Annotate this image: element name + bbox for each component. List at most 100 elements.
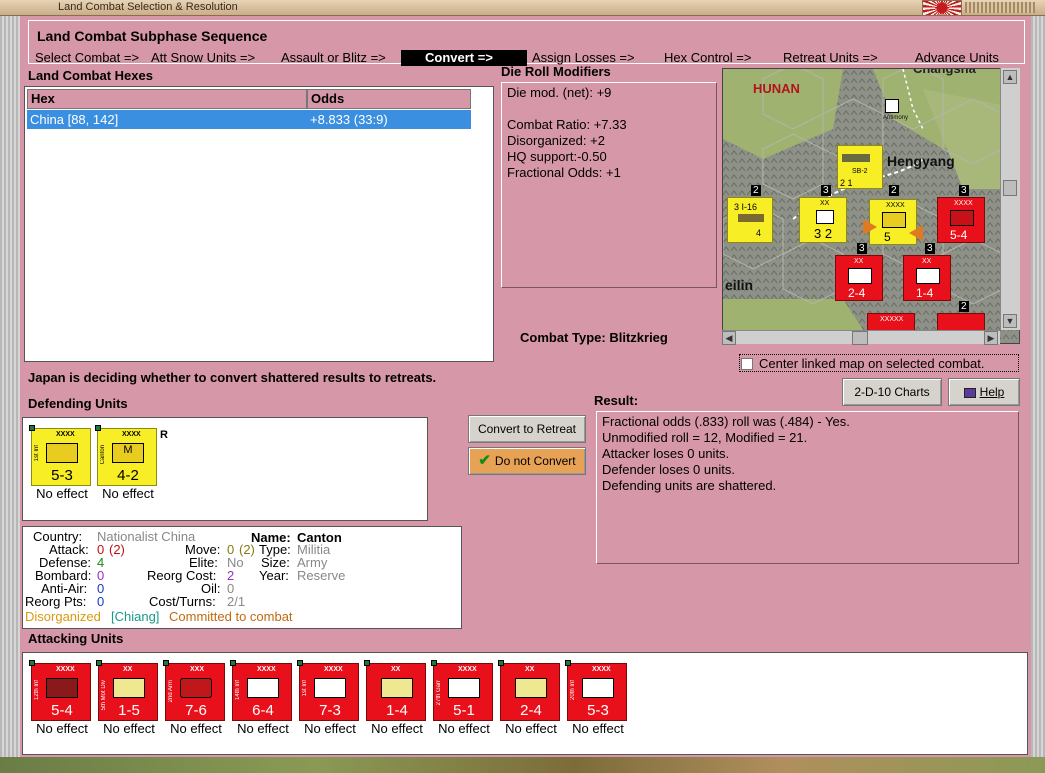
attacking-unit-counter[interactable]: XXXX 14th Inf 6-4 (230, 660, 292, 721)
attack-paren: (2) (109, 542, 125, 557)
scroll-right-icon[interactable]: ▶ (984, 331, 998, 345)
center-linked-map-checkbox[interactable]: Center linked map on selected combat. (739, 354, 1019, 372)
defending-unit-counter[interactable]: XXXX 1st Inf 5-3 (29, 425, 91, 486)
unit-pip-icon (498, 660, 504, 666)
map-counter-jp-2[interactable]: XX 2-4 (835, 255, 883, 301)
checkmark-icon: ✔ (478, 452, 491, 469)
unit-effect: No effect (36, 721, 88, 736)
map-label-city2: eilin (725, 277, 754, 293)
attacking-unit-counter[interactable]: XX 2-4 (498, 660, 560, 721)
motorized-symbol-icon (848, 268, 872, 284)
help-button[interactable]: Help (948, 378, 1020, 406)
convert-to-retreat-button[interactable]: Convert to Retreat (468, 415, 586, 443)
defending-units-panel: XXXX 1st Inf 5-3 No effect XXXX Canton M… (22, 417, 428, 521)
attack-arrow-icon (863, 219, 877, 235)
map-horizontal-scrollbar[interactable]: ◀ ▶ (722, 330, 1000, 345)
map-counter-jp-3[interactable]: XX 1-4 (903, 255, 951, 301)
checkbox-box[interactable] (741, 358, 753, 370)
step-advance-units: Advance Units (915, 50, 999, 65)
unit-class: XXX (190, 666, 205, 673)
map-label-city: Hengyang (887, 153, 955, 169)
attacking-unit-counter[interactable]: XXXX 20th Inf 5-3 (565, 660, 627, 721)
unit-pip-icon (297, 660, 303, 666)
defending-unit-counter[interactable]: XXXX Canton M 4-2 R (95, 425, 168, 486)
modifier-line: Combat Ratio: +7.33 (507, 117, 627, 132)
motorized-symbol-icon (515, 678, 547, 698)
subphase-sequence: Land Combat Subphase Sequence Select Com… (28, 20, 1025, 66)
table-row-hex[interactable]: China [88, 142] (27, 110, 307, 129)
infantry-symbol-icon (882, 212, 906, 228)
map-counter-label: XX (922, 258, 932, 265)
result-panel: Fractional odds (.833) roll was (.484) -… (596, 411, 1019, 564)
unit-effect: No effect (371, 721, 423, 736)
year-value: Reserve (297, 568, 346, 583)
combat-type-value: Blitzkrieg (609, 330, 668, 345)
combat-type: Combat Type: Blitzkrieg (520, 330, 668, 345)
attack-arrow-icon (909, 225, 923, 241)
scroll-down-icon[interactable]: ▼ (1003, 314, 1017, 328)
map-counter-label: XXXX (886, 202, 905, 209)
unit-effect: No effect (102, 486, 154, 501)
unit-strength: 6-4 (252, 702, 274, 719)
scroll-thumb-vertical[interactable] (1003, 180, 1017, 196)
unit-pip-icon (163, 660, 169, 666)
infantry-symbol-icon (46, 443, 78, 463)
land-combat-dialog: Land Combat Subphase Sequence Select Com… (20, 16, 1031, 757)
year-label: Year: (259, 568, 289, 583)
unit-strength: 5-4 (51, 702, 73, 719)
step-att-snow-units: Att Snow Units => (151, 50, 256, 65)
unit-pip-icon (431, 660, 437, 666)
motorized-symbol-icon (381, 678, 413, 698)
modifier-line: Disorganized: +2 (507, 133, 605, 148)
map-counter-value: 5-4 (950, 228, 968, 242)
unit-class: XX (525, 666, 535, 673)
map-counter-label: XXXX (954, 200, 973, 207)
window-title: Land Combat Selection & Resolution (58, 1, 238, 13)
map-counter-jp-1[interactable]: XXXX 5-4 (937, 197, 985, 243)
status-text: Japan is deciding whether to convert sha… (28, 370, 437, 385)
unit-name: 2nd Arm (168, 680, 174, 703)
map-vertical-scrollbar[interactable]: ▲ ▼ (1000, 68, 1020, 330)
unit-pip-icon (230, 660, 236, 666)
map-counter-hq[interactable]: XX 3 2 (799, 197, 847, 243)
stack-count-badge: 2 (751, 185, 761, 196)
linked-map[interactable]: HUNAN Changsha Hengyang eilin Antimony S… (722, 68, 1020, 344)
die-roll-modifiers-panel: Die mod. (net): +9 Combat Ratio: +7.33 D… (501, 82, 717, 288)
attacking-unit-counter[interactable]: XXXX 27th Garr 5-1 (431, 660, 493, 721)
table-row-odds[interactable]: +8.833 (33:9) (307, 110, 471, 129)
scroll-thumb-horizontal[interactable] (852, 331, 868, 345)
map-counter-label: SB-2 (852, 168, 868, 175)
map-counter-air[interactable]: SB-2 2 1 (837, 145, 883, 189)
center-linked-label: Center linked map on selected combat. (759, 356, 985, 371)
unit-class: XXXX (257, 666, 276, 673)
map-counter-fighter[interactable]: 3 I-16 4 (727, 197, 773, 243)
attacking-unit-counter[interactable]: XXX 2nd Arm 7-6 (163, 660, 225, 721)
attacking-unit-counter[interactable]: XX 1-4 (364, 660, 426, 721)
unit-effect: No effect (237, 721, 289, 736)
map-counter-label: XXXXX (880, 316, 904, 323)
column-header-odds[interactable]: Odds (307, 89, 471, 109)
armor-symbol-icon (180, 678, 212, 698)
do-not-convert-button[interactable]: ✔ Do not Convert (468, 447, 586, 475)
unit-strength: 7-6 (185, 702, 207, 719)
result-line: Defender loses 0 units. (602, 462, 735, 477)
step-hex-control: Hex Control => (664, 50, 752, 65)
column-header-hex[interactable]: Hex (27, 89, 307, 109)
unit-class: XXXX (122, 431, 141, 438)
stack-count-badge: 3 (959, 185, 969, 196)
map-label-top: Changsha (913, 68, 976, 76)
scroll-up-icon[interactable]: ▲ (1003, 70, 1017, 84)
result-line: Unmodified roll = 12, Modified = 21. (602, 430, 808, 445)
attacking-unit-counter[interactable]: XXXX 12th Inf 5-4 (29, 660, 91, 721)
attacking-unit-counter[interactable]: XXXX 1st Inf 7-3 (297, 660, 359, 721)
do-not-convert-label: Do not Convert (494, 454, 576, 468)
attacking-unit-counter[interactable]: XX 5th Mot Div 1-5 (96, 660, 158, 721)
unit-effect: No effect (36, 486, 88, 501)
window-frame-right (1031, 16, 1045, 757)
unit-name: 1st Inf (302, 680, 308, 697)
help-book-icon (963, 387, 976, 398)
scroll-left-icon[interactable]: ◀ (722, 331, 736, 345)
defending-units-title: Defending Units (28, 396, 128, 411)
aircraft-icon (842, 154, 870, 162)
charts-button[interactable]: 2-D-10 Charts (842, 378, 942, 406)
